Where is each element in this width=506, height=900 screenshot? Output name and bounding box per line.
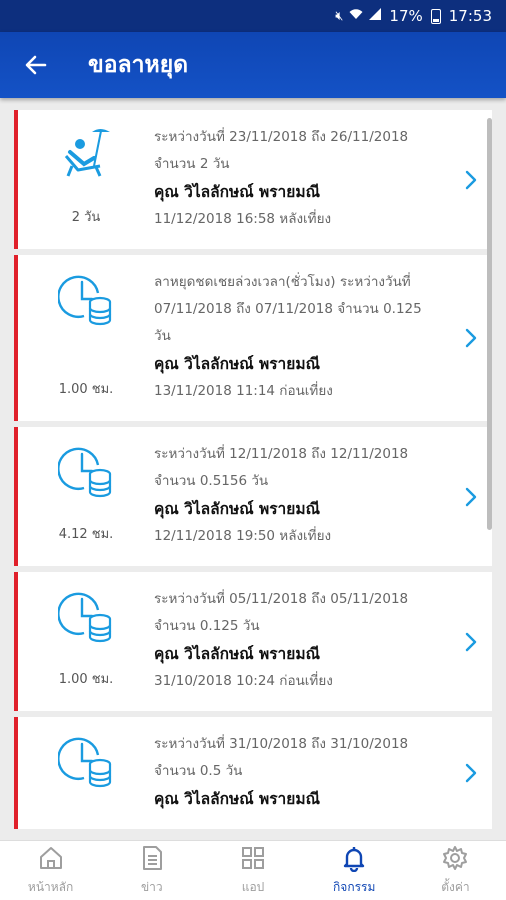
request-detail-line: ระหว่างวันที่ 31/10/2018 ถึง 31/10/2018 bbox=[154, 736, 409, 752]
employee-name: คุณ วิไลลักษณ์ พรายมณี bbox=[154, 790, 320, 808]
signal-icon bbox=[369, 8, 382, 24]
request-details: ระหว่างวันที่ 31/10/2018 ถึง 31/10/2018 จ… bbox=[154, 717, 492, 829]
scrollbar[interactable] bbox=[487, 118, 492, 530]
request-detail-line: ระหว่างวันที่ 23/11/2018 ถึง 26/11/2018 bbox=[154, 129, 409, 145]
request-details: ระหว่างวันที่ 23/11/2018 ถึง 26/11/2018 จ… bbox=[154, 110, 492, 249]
nav-item-label: กิจกรรม bbox=[333, 880, 376, 894]
apps-grid-icon bbox=[239, 844, 267, 875]
leave-request-card[interactable]: 4.12 ชม. ระหว่างวันที่ 12/11/2018 ถึง 12/… bbox=[14, 427, 492, 566]
chevron-right-icon bbox=[465, 763, 477, 783]
wifi-icon bbox=[349, 8, 363, 24]
request-detail-line: ลาหยุดชดเชยล่วงเวลา(ชั่วโมง) ระหว่างวันท… bbox=[154, 274, 411, 290]
leave-request-card[interactable]: 1.00 ชม. ลาหยุดชดเชยล่วงเวลา(ชั่วโมง) ระห… bbox=[14, 255, 492, 421]
chevron-right-icon bbox=[465, 170, 477, 189]
nav-item-label: ตั้งค่า bbox=[441, 880, 470, 894]
nav-item-label: หน้าหลัก bbox=[27, 880, 74, 894]
request-detail-line: จำนวน 0.5156 วัน bbox=[154, 473, 269, 489]
request-detail-line: ระหว่างวันที่ 05/11/2018 ถึง 05/11/2018 bbox=[154, 591, 409, 607]
gear-icon bbox=[441, 844, 469, 875]
battery-icon bbox=[430, 8, 441, 24]
request-detail-line: จำนวน 2 วัน bbox=[154, 156, 230, 172]
request-details: ระหว่างวันที่ 05/11/2018 ถึง 05/11/2018 จ… bbox=[154, 572, 492, 711]
chevron-right-icon bbox=[465, 328, 477, 348]
clock-coins-icon bbox=[57, 588, 116, 646]
clock-coins-icon bbox=[57, 733, 116, 791]
request-icon-column: 4.12 ชม. bbox=[18, 427, 154, 566]
nav-item-apps-grid[interactable]: แอป bbox=[202, 841, 303, 900]
nav-item-news[interactable]: ข่าว bbox=[101, 841, 202, 900]
request-timestamp: 13/11/2018 11:14 ก่อนเที่ยง bbox=[154, 383, 333, 399]
chevron-right-icon bbox=[465, 632, 477, 651]
request-detail-line: ระหว่างวันที่ 12/11/2018 ถึง 12/11/2018 bbox=[154, 446, 409, 462]
request-timestamp: 31/10/2018 10:24 ก่อนเที่ยง bbox=[154, 673, 333, 689]
app-bar: ขอลาหยุด bbox=[0, 32, 506, 98]
request-icon-column: 1.00 ชม. bbox=[18, 255, 154, 421]
beach-chair-icon bbox=[58, 126, 116, 184]
request-amount: 4.12 ชม. bbox=[58, 527, 114, 542]
request-timestamp: 11/12/2018 16:58 หลังเที่ยง bbox=[154, 211, 332, 227]
mute-icon: 🔇︎ bbox=[335, 8, 344, 24]
nav-item-bell[interactable]: กิจกรรม bbox=[304, 841, 405, 900]
page-title: ขอลาหยุด bbox=[88, 52, 189, 78]
request-detail-line: จำนวน 0.125 วัน bbox=[154, 618, 260, 634]
request-details: ลาหยุดชดเชยล่วงเวลา(ชั่วโมง) ระหว่างวันท… bbox=[154, 255, 492, 421]
status-icons: 🔇︎ bbox=[335, 8, 382, 24]
news-icon bbox=[138, 844, 166, 875]
request-icon-column: 1.00 ชม. bbox=[18, 572, 154, 711]
employee-name: คุณ วิไลลักษณ์ พรายมณี bbox=[154, 355, 320, 373]
employee-name: คุณ วิไลลักษณ์ พรายมณี bbox=[154, 645, 320, 663]
employee-name: คุณ วิไลลักษณ์ พรายมณี bbox=[154, 500, 320, 518]
request-detail-line: 07/11/2018 ถึง 07/11/2018 จำนวน 0.125 bbox=[154, 301, 422, 317]
nav-item-label: แอป bbox=[241, 880, 265, 894]
clock-coins-icon bbox=[57, 271, 116, 329]
leave-request-card[interactable]: 2 วัน ระหว่างวันที่ 23/11/2018 ถึง 26/11/… bbox=[14, 110, 492, 249]
request-timestamp: 12/11/2018 19:50 หลังเที่ยง bbox=[154, 528, 332, 544]
request-amount: 1.00 ชม. bbox=[58, 382, 114, 397]
arrow-left-icon bbox=[25, 55, 47, 75]
battery-percent: 17% bbox=[389, 7, 423, 25]
leave-request-card[interactable]: ระหว่างวันที่ 31/10/2018 ถึง 31/10/2018 จ… bbox=[14, 717, 492, 829]
status-bar: 🔇︎ 17% 17:53 bbox=[0, 0, 506, 32]
employee-name: คุณ วิไลลักษณ์ พรายมณี bbox=[154, 183, 320, 201]
request-icon-column bbox=[18, 717, 154, 829]
bell-icon bbox=[340, 844, 368, 875]
nav-item-label: ข่าว bbox=[140, 880, 163, 894]
clock-time: 17:53 bbox=[448, 7, 492, 25]
leave-request-list: 2 วัน ระหว่างวันที่ 23/11/2018 ถึง 26/11/… bbox=[0, 98, 506, 840]
request-detail-line: จำนวน 0.5 วัน bbox=[154, 763, 243, 779]
leave-request-card[interactable]: 1.00 ชม. ระหว่างวันที่ 05/11/2018 ถึง 05/… bbox=[14, 572, 492, 711]
back-button[interactable] bbox=[0, 32, 72, 98]
chevron-right-icon bbox=[465, 487, 477, 506]
nav-item-home[interactable]: หน้าหลัก bbox=[0, 841, 101, 900]
request-details: ระหว่างวันที่ 12/11/2018 ถึง 12/11/2018 จ… bbox=[154, 427, 492, 566]
home-icon bbox=[37, 844, 65, 875]
request-amount: 1.00 ชม. bbox=[58, 672, 114, 687]
bottom-navigation: หน้าหลัก ข่าว แอป กิจกรรม ตั้งค่า bbox=[0, 840, 506, 900]
request-amount: 2 วัน bbox=[71, 210, 101, 225]
clock-coins-icon bbox=[57, 443, 116, 501]
request-icon-column: 2 วัน bbox=[18, 110, 154, 249]
nav-item-gear[interactable]: ตั้งค่า bbox=[405, 841, 506, 900]
request-detail-line: วัน bbox=[154, 328, 171, 344]
